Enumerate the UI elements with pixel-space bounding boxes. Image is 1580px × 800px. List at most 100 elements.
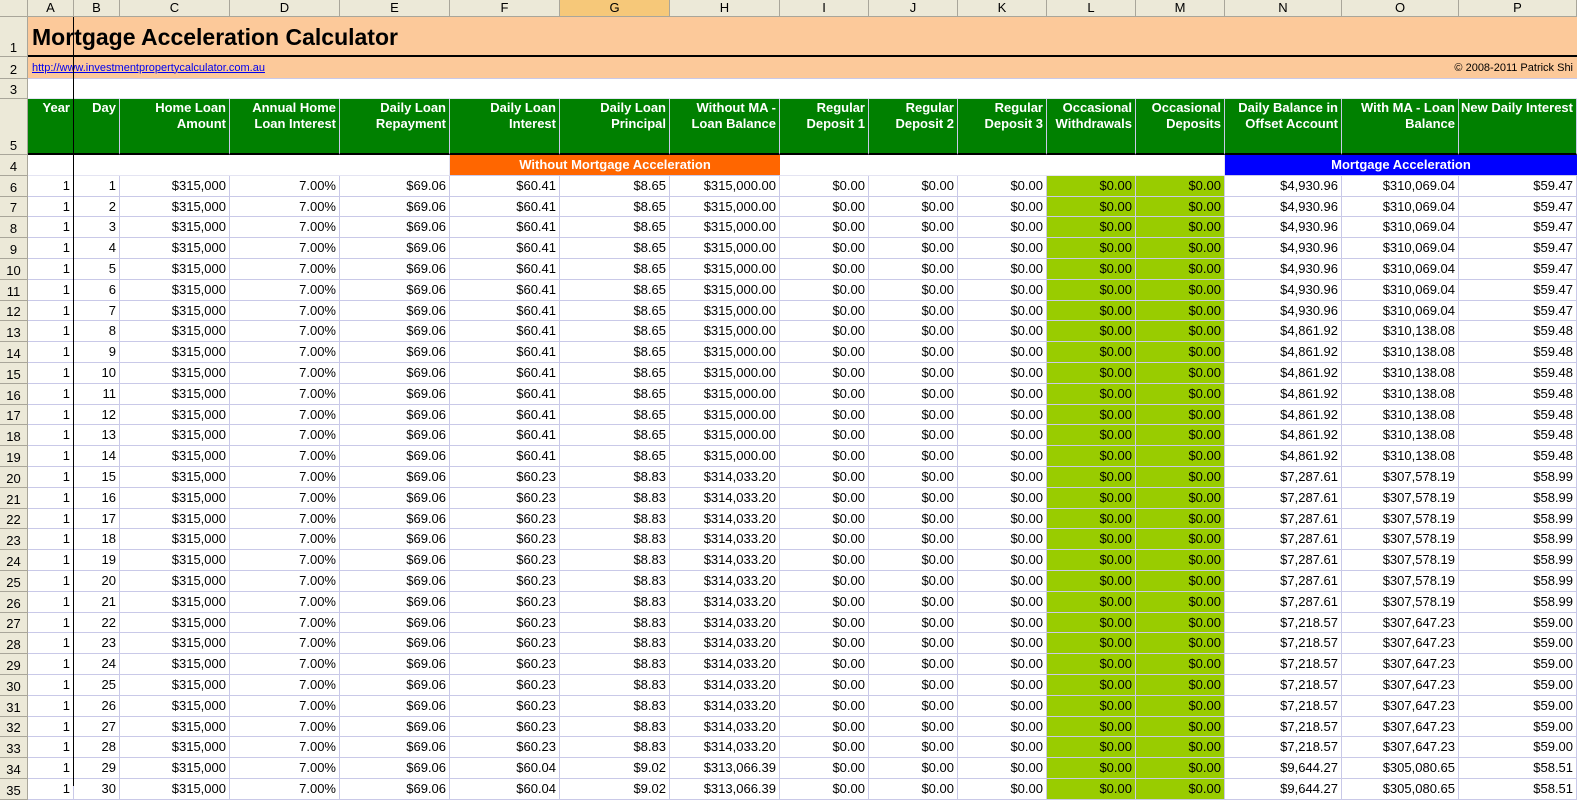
deposit-3-cell[interactable]: $0.00 [958, 362, 1047, 384]
loan-amount-cell[interactable]: $315,000 [120, 591, 230, 613]
year-cell[interactable]: 1 [28, 404, 74, 426]
interest-rate-cell[interactable]: 7.00% [230, 217, 340, 239]
year-cell[interactable]: 1 [28, 238, 74, 259]
interest-rate-cell[interactable]: 7.00% [230, 654, 340, 675]
daily-interest-cell[interactable]: $60.41 [450, 279, 560, 301]
day-cell[interactable]: 8 [74, 321, 120, 343]
deposit-3-cell[interactable]: $0.00 [958, 591, 1047, 613]
deposit-3-cell[interactable]: $0.00 [958, 383, 1047, 405]
interest-rate-cell[interactable]: 7.00% [230, 446, 340, 467]
principal-cell[interactable]: $8.83 [560, 591, 670, 613]
balance-with-cell[interactable]: $307,578.19 [1342, 466, 1459, 488]
withdrawals-cell[interactable]: $0.00 [1047, 383, 1136, 405]
daily-interest-cell[interactable]: $60.23 [450, 508, 560, 530]
row-header[interactable]: 32 [0, 716, 28, 738]
interest-rate-cell[interactable]: 7.00% [230, 425, 340, 447]
deposits-cell[interactable]: $0.00 [1136, 279, 1225, 301]
offset-balance-cell[interactable]: $4,930.96 [1225, 175, 1342, 197]
interest-rate-cell[interactable]: 7.00% [230, 716, 340, 738]
new-interest-cell[interactable]: $59.00 [1459, 737, 1577, 759]
website-link[interactable]: http://www.investmentpropertycalculator.… [32, 62, 265, 74]
day-cell[interactable]: 2 [74, 196, 120, 218]
withdrawals-cell[interactable]: $0.00 [1047, 342, 1136, 363]
loan-amount-cell[interactable]: $315,000 [120, 716, 230, 738]
deposit-3-cell[interactable]: $0.00 [958, 550, 1047, 571]
principal-cell[interactable]: $8.83 [560, 737, 670, 759]
new-interest-cell[interactable]: $59.48 [1459, 342, 1577, 363]
balance-with-cell[interactable]: $310,069.04 [1342, 258, 1459, 280]
deposits-cell[interactable]: $0.00 [1136, 196, 1225, 218]
daily-interest-cell[interactable]: $60.23 [450, 550, 560, 571]
day-cell[interactable]: 19 [74, 550, 120, 571]
daily-interest-cell[interactable]: $60.41 [450, 404, 560, 426]
row-header[interactable]: 11 [0, 279, 28, 301]
row-header[interactable]: 28 [0, 633, 28, 655]
deposit-3-cell[interactable]: $0.00 [958, 674, 1047, 696]
offset-balance-cell[interactable]: $7,287.61 [1225, 570, 1342, 592]
interest-rate-cell[interactable]: 7.00% [230, 258, 340, 280]
principal-cell[interactable]: $8.65 [560, 258, 670, 280]
balance-without-cell[interactable]: $314,033.20 [670, 716, 780, 738]
withdrawals-cell[interactable]: $0.00 [1047, 778, 1136, 800]
deposit-3-cell[interactable]: $0.00 [958, 758, 1047, 779]
loan-amount-cell[interactable]: $315,000 [120, 238, 230, 259]
daily-interest-cell[interactable]: $60.04 [450, 758, 560, 779]
day-cell[interactable]: 28 [74, 737, 120, 759]
balance-without-cell[interactable]: $315,000.00 [670, 362, 780, 384]
principal-cell[interactable]: $8.65 [560, 446, 670, 467]
deposit-3-cell[interactable]: $0.00 [958, 716, 1047, 738]
interest-rate-cell[interactable]: 7.00% [230, 196, 340, 218]
balance-with-cell[interactable]: $307,647.23 [1342, 674, 1459, 696]
repayment-cell[interactable]: $69.06 [340, 404, 450, 426]
new-interest-cell[interactable]: $59.47 [1459, 217, 1577, 239]
deposit-1-cell[interactable]: $0.00 [780, 404, 869, 426]
deposits-cell[interactable]: $0.00 [1136, 487, 1225, 509]
column-header-g[interactable]: G [560, 0, 670, 17]
offset-balance-cell[interactable]: $7,218.57 [1225, 633, 1342, 655]
day-cell[interactable]: 4 [74, 238, 120, 259]
loan-amount-cell[interactable]: $315,000 [120, 300, 230, 322]
row-header[interactable]: 8 [0, 217, 28, 239]
withdrawals-cell[interactable]: $0.00 [1047, 612, 1136, 634]
header-occasional-withdrawals[interactable]: Occasional Withdrawals [1047, 99, 1136, 155]
daily-interest-cell[interactable]: $60.41 [450, 362, 560, 384]
row-header-4[interactable]: 4 [0, 155, 28, 176]
offset-balance-cell[interactable]: $4,861.92 [1225, 362, 1342, 384]
row-header[interactable]: 35 [0, 778, 28, 800]
new-interest-cell[interactable]: $58.99 [1459, 570, 1577, 592]
balance-without-cell[interactable]: $314,033.20 [670, 529, 780, 551]
deposit-3-cell[interactable]: $0.00 [958, 258, 1047, 280]
year-cell[interactable]: 1 [28, 737, 74, 759]
repayment-cell[interactable]: $69.06 [340, 466, 450, 488]
interest-rate-cell[interactable]: 7.00% [230, 342, 340, 363]
repayment-cell[interactable]: $69.06 [340, 695, 450, 717]
deposit-2-cell[interactable]: $0.00 [869, 217, 958, 239]
withdrawals-cell[interactable]: $0.00 [1047, 633, 1136, 655]
deposit-3-cell[interactable]: $0.00 [958, 570, 1047, 592]
withdrawals-cell[interactable]: $0.00 [1047, 716, 1136, 738]
column-header-b[interactable]: B [74, 0, 120, 17]
year-cell[interactable]: 1 [28, 570, 74, 592]
withdrawals-cell[interactable]: $0.00 [1047, 196, 1136, 218]
deposit-3-cell[interactable]: $0.00 [958, 529, 1047, 551]
row-header-5[interactable]: 5 [0, 99, 28, 155]
day-cell[interactable]: 9 [74, 342, 120, 363]
balance-with-cell[interactable]: $307,647.23 [1342, 737, 1459, 759]
header-regular-deposit-1[interactable]: Regular Deposit 1 [780, 99, 869, 155]
deposit-2-cell[interactable]: $0.00 [869, 550, 958, 571]
principal-cell[interactable]: $8.65 [560, 362, 670, 384]
deposit-3-cell[interactable]: $0.00 [958, 466, 1047, 488]
row-header[interactable]: 19 [0, 446, 28, 467]
day-cell[interactable]: 30 [74, 778, 120, 800]
deposit-2-cell[interactable]: $0.00 [869, 383, 958, 405]
deposit-2-cell[interactable]: $0.00 [869, 737, 958, 759]
offset-balance-cell[interactable]: $9,644.27 [1225, 758, 1342, 779]
new-interest-cell[interactable]: $59.47 [1459, 238, 1577, 259]
day-cell[interactable]: 29 [74, 758, 120, 779]
deposit-1-cell[interactable]: $0.00 [780, 654, 869, 675]
repayment-cell[interactable]: $69.06 [340, 591, 450, 613]
loan-amount-cell[interactable]: $315,000 [120, 217, 230, 239]
loan-amount-cell[interactable]: $315,000 [120, 612, 230, 634]
interest-rate-cell[interactable]: 7.00% [230, 487, 340, 509]
repayment-cell[interactable]: $69.06 [340, 238, 450, 259]
